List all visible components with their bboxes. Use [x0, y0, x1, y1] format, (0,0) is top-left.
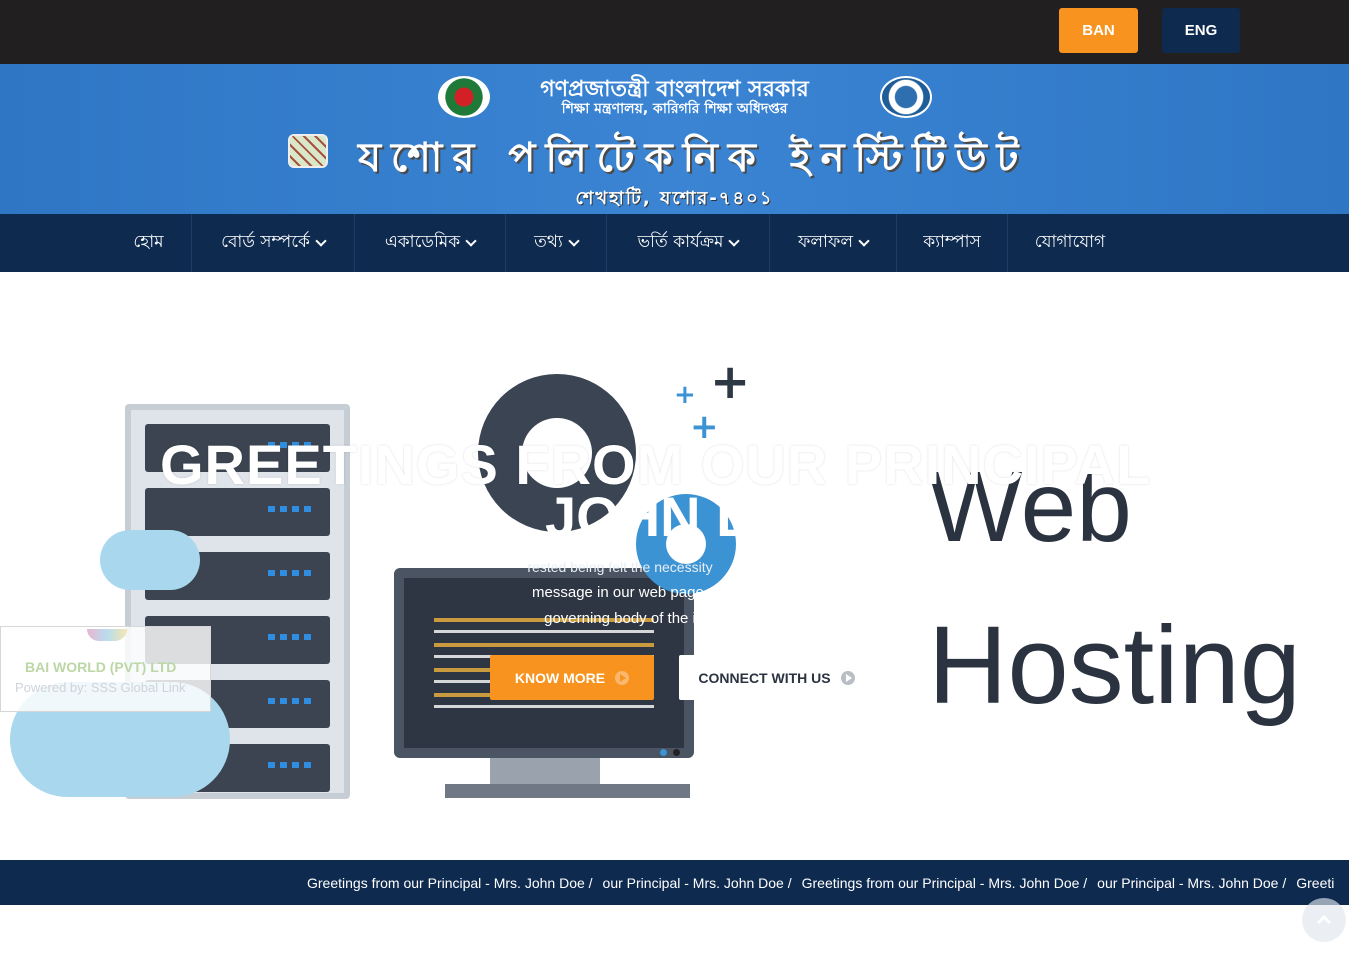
plus-icon: +: [674, 380, 696, 410]
nav-item-results[interactable]: ফলাফল: [770, 214, 897, 272]
monitor-base: [445, 784, 690, 798]
chevron-down-icon: [315, 235, 327, 247]
institute-logo-icon[interactable]: [288, 134, 328, 168]
nav-item-admission[interactable]: ভর্তি কার্যক্রম: [607, 214, 770, 272]
nav-item-label: তথ্য: [534, 232, 563, 252]
nav-item-information[interactable]: তথ্য: [506, 214, 607, 272]
chevron-down-icon: [568, 235, 580, 247]
slider-dot[interactable]: [660, 749, 667, 756]
cloud-icon: [100, 530, 200, 590]
powered-by-watermark: BAI WORLD (PVT) LTD Powered by: SSS Glob…: [0, 626, 211, 712]
connect-with-us-button[interactable]: CONNECT WITH US: [679, 655, 874, 700]
main-nav: হোম বোর্ড সম্পর্কে একাডেমিক তথ্য ভর্তি ক…: [0, 214, 1349, 272]
language-eng-button[interactable]: ENG: [1162, 8, 1240, 53]
hero-slider[interactable]: + + + Web Hosting GREETINGS FROM OUR PRI…: [0, 272, 1349, 860]
header-banner: গণপ্রজাতন্ত্রী বাংলাদেশ সরকার শিক্ষা মন্…: [0, 64, 1349, 214]
nav-item-label: একাডেমিক: [384, 232, 461, 252]
slider-pagination: [660, 749, 680, 756]
chevron-down-icon: [728, 235, 741, 247]
plus-icon: +: [710, 354, 751, 410]
scroll-to-top-button[interactable]: [1302, 898, 1346, 942]
nav-item-label: বোর্ড সম্পর্কে: [221, 232, 310, 252]
nav-item-home[interactable]: হোম: [106, 214, 192, 272]
monitor-stand: [490, 758, 600, 786]
news-ticker: Greetings from our Principal - Mrs. John…: [0, 860, 1349, 905]
nav-item-label: ফলাফল: [797, 232, 854, 252]
nav-item-label: ভর্তি কার্যক্রম: [637, 232, 724, 252]
hosting-background-text: Hosting: [928, 604, 1301, 727]
play-circle-icon: [615, 670, 630, 685]
ticker-item[interactable]: Greetings from our Principal - Mrs. John…: [802, 875, 1088, 891]
play-circle-icon: [840, 670, 855, 685]
top-bar: BAN ENG: [0, 0, 1349, 64]
chevron-down-icon: [465, 235, 477, 247]
nav-item-about-board[interactable]: বোর্ড সম্পর্কে: [192, 214, 355, 272]
slide-principal-name: JOHN DOE: [545, 485, 838, 548]
watermark-company: BAI WORLD (PVT) LTD: [25, 659, 177, 675]
ministry-subtitle: শিক্ষা মন্ত্রণালয়, কারিগরি শিক্ষা অধিদপ…: [561, 101, 788, 117]
nav-item-label: হোম: [133, 232, 164, 252]
institute-name[interactable]: যশোর পলিটেকনিক ইনস্টিটিউট: [358, 126, 1028, 193]
ticker-item[interactable]: Greeti: [1296, 875, 1334, 891]
company-logo-icon: [87, 629, 127, 641]
ticker-item[interactable]: our Principal - Mrs. John Doe /: [1097, 875, 1286, 891]
chevron-down-icon: [858, 235, 870, 247]
ticker-item[interactable]: Greetings from our Principal - Mrs. John…: [307, 875, 593, 891]
institute-address: শেখহাটি, যশোর-৭৪০১: [575, 188, 774, 209]
nav-item-label: যোগাযোগ: [1034, 232, 1106, 252]
nav-item-campus[interactable]: ক্যাম্পাস: [897, 214, 1008, 272]
language-ban-button[interactable]: BAN: [1059, 8, 1138, 53]
slide-message: rested being felt the necessity message …: [527, 559, 713, 627]
know-more-button[interactable]: KNOW MORE: [490, 655, 654, 700]
ticker-item[interactable]: our Principal - Mrs. John Doe /: [603, 875, 792, 891]
nav-item-academic[interactable]: একাডেমিক: [355, 214, 506, 272]
watermark-powered-by: Powered by: SSS Global Link: [15, 680, 186, 695]
nav-item-contact[interactable]: যোগাযোগ: [1008, 214, 1132, 272]
chevron-up-icon: [1316, 914, 1332, 930]
ticker-track: Greetings from our Principal - Mrs. John…: [307, 860, 1344, 905]
nav-item-label: ক্যাম্পাস: [923, 232, 981, 252]
slider-dot-active[interactable]: [673, 749, 680, 756]
